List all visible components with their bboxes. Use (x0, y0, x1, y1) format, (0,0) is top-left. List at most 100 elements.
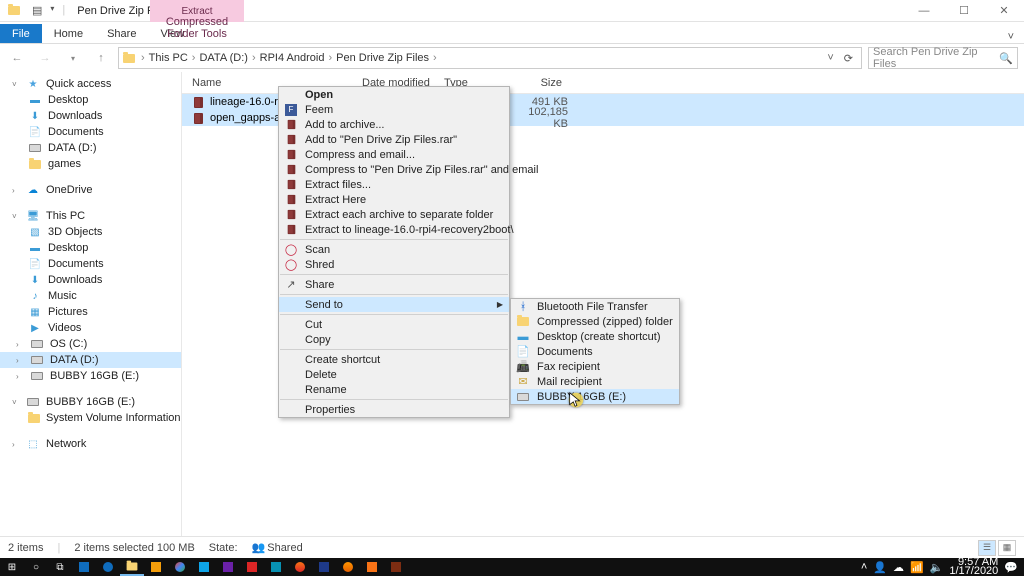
tab-file[interactable]: File (0, 24, 42, 43)
ctx-extract-files[interactable]: Extract files... (279, 177, 509, 192)
sendto-zip[interactable]: Compressed (zipped) folder (511, 314, 679, 329)
tray-notifications-icon[interactable]: 💬 (1004, 561, 1018, 574)
refresh-icon[interactable]: ⟳ (840, 52, 857, 65)
tb-app8[interactable] (360, 558, 384, 576)
nav-pc-videos[interactable]: ▶Videos (0, 320, 181, 336)
tray-volume-icon[interactable]: 🔈 (930, 561, 944, 574)
chevron-right-icon[interactable]: › (139, 52, 147, 64)
tab-share[interactable]: Share (95, 24, 148, 43)
ctx-compress-email[interactable]: Compress and email... (279, 147, 509, 162)
nav-network[interactable]: ›⬚Network (0, 436, 181, 452)
tb-app6[interactable] (288, 558, 312, 576)
taskview-button[interactable]: ⧉ (48, 558, 72, 576)
ctx-add-named[interactable]: Add to "Pen Drive Zip Files.rar" (279, 132, 509, 147)
nav-quick-access[interactable]: ˅★Quick access (0, 76, 181, 92)
tb-app1[interactable] (144, 558, 168, 576)
tb-app5[interactable] (264, 558, 288, 576)
nav-games[interactable]: games (0, 156, 181, 172)
history-dropdown-icon[interactable]: ˅ (823, 52, 837, 64)
ctx-cut[interactable]: Cut (279, 317, 509, 332)
ctx-shred[interactable]: ◯Shred (279, 257, 509, 272)
tb-explorer[interactable] (120, 558, 144, 576)
view-details-button[interactable]: ☰ (978, 540, 996, 556)
nav-pc-music[interactable]: ♪Music (0, 288, 181, 304)
tb-app9[interactable] (384, 558, 408, 576)
tb-app2[interactable] (192, 558, 216, 576)
nav-onedrive[interactable]: ›☁OneDrive (0, 182, 181, 198)
breadcrumb[interactable]: › This PC › DATA (D:) › RPI4 Android › P… (118, 47, 862, 69)
qat-dropdown-icon[interactable]: ▾ (50, 4, 54, 17)
sendto-documents[interactable]: 📄Documents (511, 344, 679, 359)
view-icons-button[interactable]: ▦ (998, 540, 1016, 556)
ctx-add-archive[interactable]: Add to archive... (279, 117, 509, 132)
nav-bubby-pc[interactable]: ›BUBBY 16GB (E:) (0, 368, 181, 384)
ctx-create-shortcut[interactable]: Create shortcut (279, 352, 509, 367)
sendto-bubby[interactable]: BUBBY 16GB (E:) (511, 389, 679, 404)
ctx-share[interactable]: ↗Share (279, 277, 509, 292)
search-input[interactable]: Search Pen Drive Zip Files 🔍 (868, 47, 1018, 69)
nav-3dobjects[interactable]: ▧3D Objects (0, 224, 181, 240)
nav-pc-documents[interactable]: 📄Documents (0, 256, 181, 272)
tray-clock[interactable]: 9:57 AM1/17/2020 (949, 558, 998, 576)
tab-compressed-tools[interactable]: Compressed Folder Tools (150, 12, 244, 43)
ctx-properties[interactable]: Properties (279, 402, 509, 417)
ctx-extract-separate[interactable]: Extract each archive to separate folder (279, 207, 509, 222)
sendto-mail[interactable]: ✉Mail recipient (511, 374, 679, 389)
nav-data-d-pc[interactable]: ›DATA (D:) (0, 352, 181, 368)
ctx-open[interactable]: Open (279, 87, 509, 102)
ribbon-collapse-icon[interactable]: ˅ (998, 31, 1024, 43)
tb-edge[interactable] (96, 558, 120, 576)
tb-mail[interactable] (72, 558, 96, 576)
nav-svi[interactable]: System Volume Information (0, 410, 181, 426)
nav-history-dropdown[interactable]: ▾ (62, 47, 84, 69)
ctx-extract-lineage[interactable]: Extract to lineage-16.0-rpi4-recovery2bo… (279, 222, 509, 237)
crumb-thispc[interactable]: This PC (149, 52, 188, 64)
ctx-copy[interactable]: Copy (279, 332, 509, 347)
nav-pc-pictures[interactable]: ▦Pictures (0, 304, 181, 320)
ctx-rename[interactable]: Rename (279, 382, 509, 397)
search-icon[interactable]: 🔍 (999, 52, 1013, 65)
cortana-button[interactable]: ○ (24, 558, 48, 576)
nav-documents[interactable]: 📄Documents (0, 124, 181, 140)
ctx-scan[interactable]: ◯Scan (279, 242, 509, 257)
tb-app4[interactable] (240, 558, 264, 576)
nav-bubby-drive[interactable]: ˅BUBBY 16GB (E:) (0, 394, 181, 410)
tab-home[interactable]: Home (42, 24, 95, 43)
sendto-bluetooth[interactable]: ᚼBluetooth File Transfer (511, 299, 679, 314)
maximize-button[interactable]: ☐ (944, 0, 984, 22)
nav-pc-desktop[interactable]: ▬Desktop (0, 240, 181, 256)
usb-drive-icon (515, 390, 531, 404)
crumb-data[interactable]: DATA (D:) (199, 52, 247, 64)
crumb-pendrive[interactable]: Pen Drive Zip Files (336, 52, 429, 64)
minimize-button[interactable]: — (904, 0, 944, 22)
ctx-compress-named-email[interactable]: Compress to "Pen Drive Zip Files.rar" an… (279, 162, 509, 177)
tb-app3[interactable] (216, 558, 240, 576)
nav-up-button[interactable]: ↑ (90, 47, 112, 69)
nav-downloads[interactable]: ⬇Downloads (0, 108, 181, 124)
close-button[interactable]: ✕ (984, 0, 1024, 22)
start-button[interactable]: ⊞ (0, 558, 24, 576)
tray-chevron-icon[interactable]: ˄ (861, 561, 867, 573)
nav-desktop[interactable]: ▬Desktop (0, 92, 181, 108)
ctx-extract-here[interactable]: Extract Here (279, 192, 509, 207)
nav-data-d[interactable]: DATA (D:) (0, 140, 181, 156)
nav-os-c[interactable]: ›OS (C:) (0, 336, 181, 352)
nav-forward-button[interactable]: → (34, 47, 56, 69)
tb-app7[interactable] (312, 558, 336, 576)
ctx-delete[interactable]: Delete (279, 367, 509, 382)
crumb-rpi4[interactable]: RPI4 Android (260, 52, 325, 64)
ctx-send-to[interactable]: Send to▶ (279, 297, 509, 312)
ctx-feem[interactable]: FFeem (279, 102, 509, 117)
qat-props-icon[interactable]: ▤ (32, 4, 42, 17)
tray-wifi-icon[interactable]: 📶 (910, 561, 924, 574)
col-size[interactable]: Size (512, 77, 562, 89)
nav-this-pc[interactable]: ˅🖥This PC (0, 208, 181, 224)
tb-chrome[interactable] (168, 558, 192, 576)
sendto-fax[interactable]: 📠Fax recipient (511, 359, 679, 374)
sendto-desktop[interactable]: ▬Desktop (create shortcut) (511, 329, 679, 344)
tb-firefox[interactable] (336, 558, 360, 576)
nav-pc-downloads[interactable]: ⬇Downloads (0, 272, 181, 288)
tray-people-icon[interactable]: 👤 (873, 561, 887, 574)
nav-back-button[interactable]: ← (6, 47, 28, 69)
tray-onedrive-icon[interactable]: ☁ (893, 561, 904, 574)
